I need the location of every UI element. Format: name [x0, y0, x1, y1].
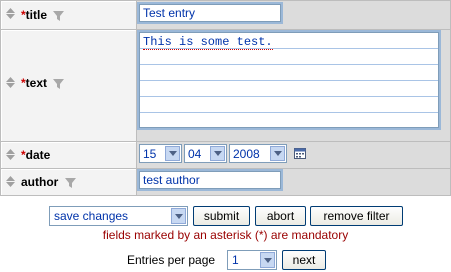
edit-form-table: *title Test entry *text This is some tes… — [0, 0, 451, 196]
remove-filter-button[interactable]: remove filter — [310, 206, 403, 226]
field-label-text: *text — [1, 29, 136, 142]
sort-down-icon[interactable] — [6, 14, 15, 20]
sort-arrows — [6, 149, 15, 161]
field-name: title — [25, 8, 48, 22]
sort-down-icon[interactable] — [6, 82, 15, 89]
sort-arrows — [6, 76, 15, 89]
day-select[interactable]: 15 — [139, 144, 182, 164]
field-value-date: 15 04 2008 — [137, 142, 450, 169]
mandatory-note: fields marked by an asterisk (*) are man… — [102, 228, 349, 242]
filter-icon[interactable] — [64, 178, 76, 189]
text-textarea[interactable]: This is some test. — [137, 29, 441, 130]
field-name: author — [21, 175, 59, 190]
mode-select[interactable]: save changes — [49, 206, 188, 226]
field-name: text — [25, 75, 48, 90]
sort-arrows — [6, 8, 15, 20]
field-label-title: *title — [1, 1, 136, 29]
chevron-down-icon — [171, 208, 186, 224]
chevron-down-icon — [210, 146, 225, 162]
author-input[interactable]: test author — [137, 169, 283, 192]
title-input[interactable]: Test entry — [137, 2, 283, 24]
sort-down-icon[interactable] — [6, 155, 15, 161]
action-bar: save changes submit abort remove filter — [0, 206, 451, 226]
calendar-icon[interactable] — [294, 148, 306, 160]
submit-button[interactable]: submit — [193, 206, 250, 226]
year-select[interactable]: 2008 — [229, 144, 287, 164]
chevron-down-icon — [165, 146, 180, 162]
sort-arrows — [6, 176, 15, 188]
entries-per-page-select[interactable]: 1 — [227, 250, 277, 270]
next-button[interactable]: next — [282, 250, 326, 270]
abort-button[interactable]: abort — [255, 206, 306, 226]
filter-icon[interactable] — [53, 78, 65, 89]
field-label-date: *date — [1, 142, 136, 169]
filter-icon[interactable] — [53, 10, 65, 21]
month-select[interactable]: 04 — [184, 144, 227, 164]
field-name: date — [25, 148, 51, 163]
entries-per-page-label: Entries per page — [127, 253, 216, 267]
field-label-author: author — [1, 169, 136, 195]
field-value-text: This is some test. — [137, 29, 450, 142]
field-value-author: test author — [137, 169, 450, 195]
chevron-down-icon — [270, 146, 285, 162]
field-value-title: Test entry — [137, 1, 450, 29]
paging-bar: Entries per page 1 next — [0, 250, 451, 270]
sort-down-icon[interactable] — [6, 182, 15, 188]
textarea-content: This is some test. — [143, 34, 273, 50]
chevron-down-icon — [260, 252, 275, 268]
